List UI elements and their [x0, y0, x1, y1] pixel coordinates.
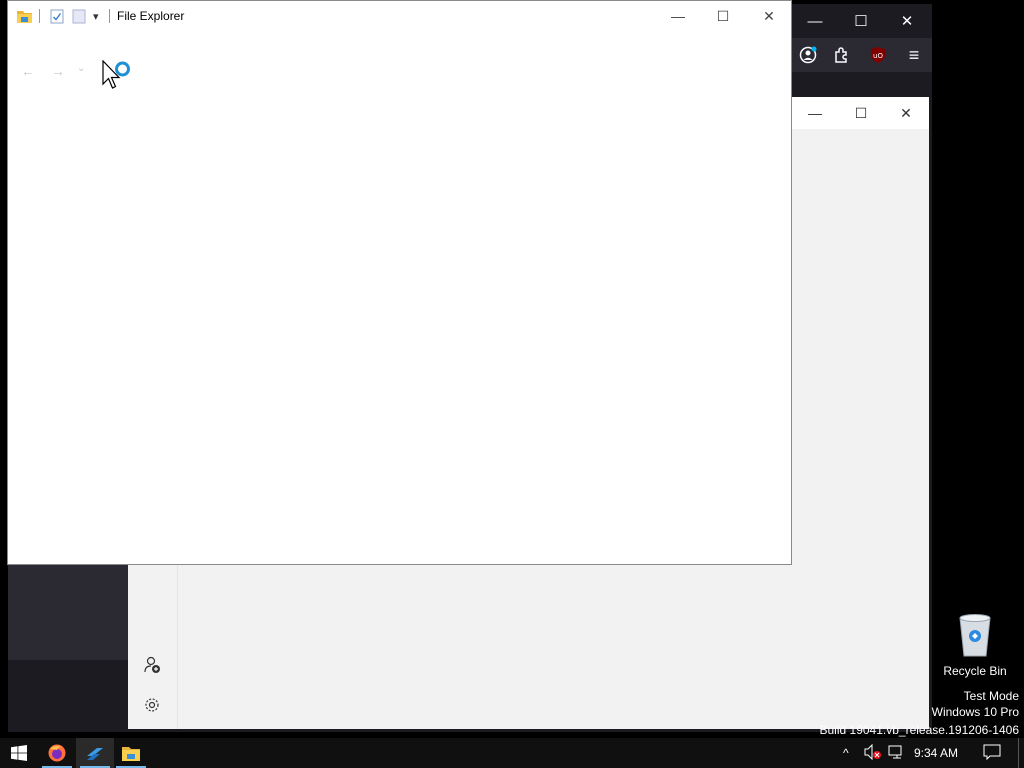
- minimize-button[interactable]: —: [655, 1, 701, 31]
- taskbar: ^ 9:34 AM: [0, 738, 1024, 768]
- recycle-bin-label: Recycle Bin: [943, 664, 1007, 678]
- folder-app-icon: [16, 8, 33, 24]
- browser-menu-icon[interactable]: ≡: [900, 43, 928, 67]
- add-account-icon[interactable]: [140, 653, 164, 677]
- new-folder-icon[interactable]: [72, 8, 86, 24]
- settings-close-button[interactable]: ✕: [883, 97, 929, 129]
- window-title: File Explorer: [117, 9, 185, 23]
- taskbar-clock[interactable]: 9:34 AM: [914, 746, 958, 760]
- taskbar-firefox[interactable]: [38, 738, 76, 768]
- quick-access-dropdown-icon[interactable]: ▾: [93, 8, 99, 24]
- account-icon[interactable]: [794, 43, 822, 67]
- browser-toolbar: uO ≡: [792, 38, 932, 72]
- browser-titlebar: — ☐ ✕: [792, 4, 932, 38]
- browser-side-panel: [8, 562, 128, 660]
- maximize-button[interactable]: ☐: [700, 1, 746, 31]
- settings-titlebar: — ☐ ✕: [792, 97, 929, 129]
- close-button[interactable]: ✕: [746, 1, 792, 31]
- taskbar-file-explorer[interactable]: [112, 738, 150, 768]
- settings-minimize-button[interactable]: —: [792, 97, 838, 129]
- taskbar-settings-app[interactable]: [76, 738, 114, 768]
- action-center-icon[interactable]: [983, 744, 1001, 763]
- settings-gear-icon[interactable]: [140, 693, 164, 717]
- back-button[interactable]: ←: [21, 63, 35, 79]
- start-button[interactable]: [0, 738, 38, 768]
- volume-muted-icon[interactable]: [864, 743, 882, 763]
- extensions-icon[interactable]: [828, 43, 856, 67]
- title-divider: [109, 9, 110, 23]
- watermark-edition: Windows 10 Pro: [931, 705, 1019, 719]
- recycle-bin-shortcut[interactable]: Recycle Bin: [940, 612, 1010, 678]
- file-explorer-titlebar[interactable]: ▾ File Explorer — ☐ ✕: [8, 1, 791, 32]
- watermark-test-mode: Test Mode: [963, 689, 1019, 703]
- show-desktop-button[interactable]: [1018, 738, 1019, 768]
- recycle-bin-icon: [959, 614, 991, 657]
- forward-button[interactable]: →: [51, 63, 65, 79]
- app-icon: [87, 748, 103, 760]
- windows-logo-icon: [11, 745, 27, 761]
- browser-maximize-button[interactable]: ☐: [838, 4, 884, 38]
- watermark-build: Build 19041.vb_release.191206-1406: [819, 723, 1020, 737]
- browser-tabstrip: [792, 72, 932, 96]
- firefox-icon: [48, 744, 66, 762]
- browser-minimize-button[interactable]: —: [792, 4, 838, 38]
- file-explorer-icon: [122, 746, 140, 761]
- settings-maximize-button[interactable]: ☐: [838, 97, 884, 129]
- svg-text:uO: uO: [873, 52, 883, 60]
- recent-locations-button[interactable]: ⌄: [77, 63, 85, 74]
- show-hidden-icons-chevron[interactable]: ^: [843, 746, 849, 760]
- busy-cursor-icon: [102, 59, 134, 97]
- quick-access-divider: [39, 9, 40, 23]
- browser-close-button[interactable]: ✕: [884, 4, 930, 38]
- network-icon[interactable]: [888, 745, 906, 762]
- ublock-icon[interactable]: uO: [864, 43, 892, 67]
- properties-icon[interactable]: [50, 8, 64, 24]
